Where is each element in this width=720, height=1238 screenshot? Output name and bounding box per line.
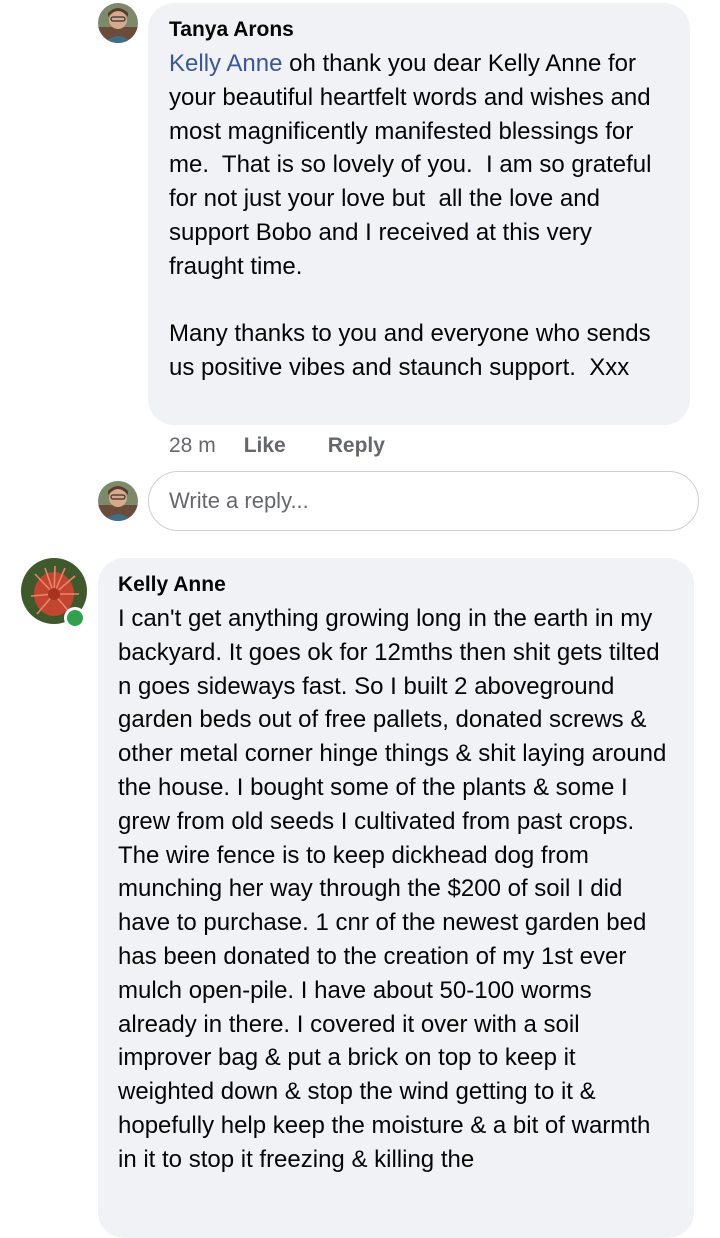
- avatar-current-user: [98, 481, 138, 521]
- avatar-image: [98, 3, 138, 43]
- comment-actions: 28 m Like Reply: [169, 433, 427, 459]
- comment-body: I can't get anything growing long in the…: [118, 605, 673, 1173]
- mention-link[interactable]: Kelly Anne: [169, 50, 282, 77]
- online-status-indicator: [64, 607, 86, 629]
- comment-timestamp[interactable]: 28 m: [169, 434, 216, 458]
- comment-author[interactable]: Tanya Arons: [169, 17, 670, 43]
- comment-body: oh thank you dear Kelly Anne for your be…: [169, 50, 652, 382]
- like-button[interactable]: Like: [244, 434, 286, 458]
- avatar-image: [98, 481, 138, 521]
- comment-text: Kelly Anne oh thank you dear Kelly Anne …: [169, 47, 670, 385]
- reply-input-placeholder: Write a reply...: [169, 488, 309, 513]
- avatar-tanya-arons[interactable]: [98, 3, 138, 43]
- reply-button[interactable]: Reply: [328, 434, 385, 458]
- comment-bubble-kelly: Kelly Anne I can't get anything growing …: [98, 558, 694, 1238]
- comment-author[interactable]: Kelly Anne: [118, 572, 674, 598]
- comment-bubble-tanya: Tanya Arons Kelly Anne oh thank you dear…: [148, 3, 690, 425]
- reply-input[interactable]: Write a reply...: [148, 471, 699, 531]
